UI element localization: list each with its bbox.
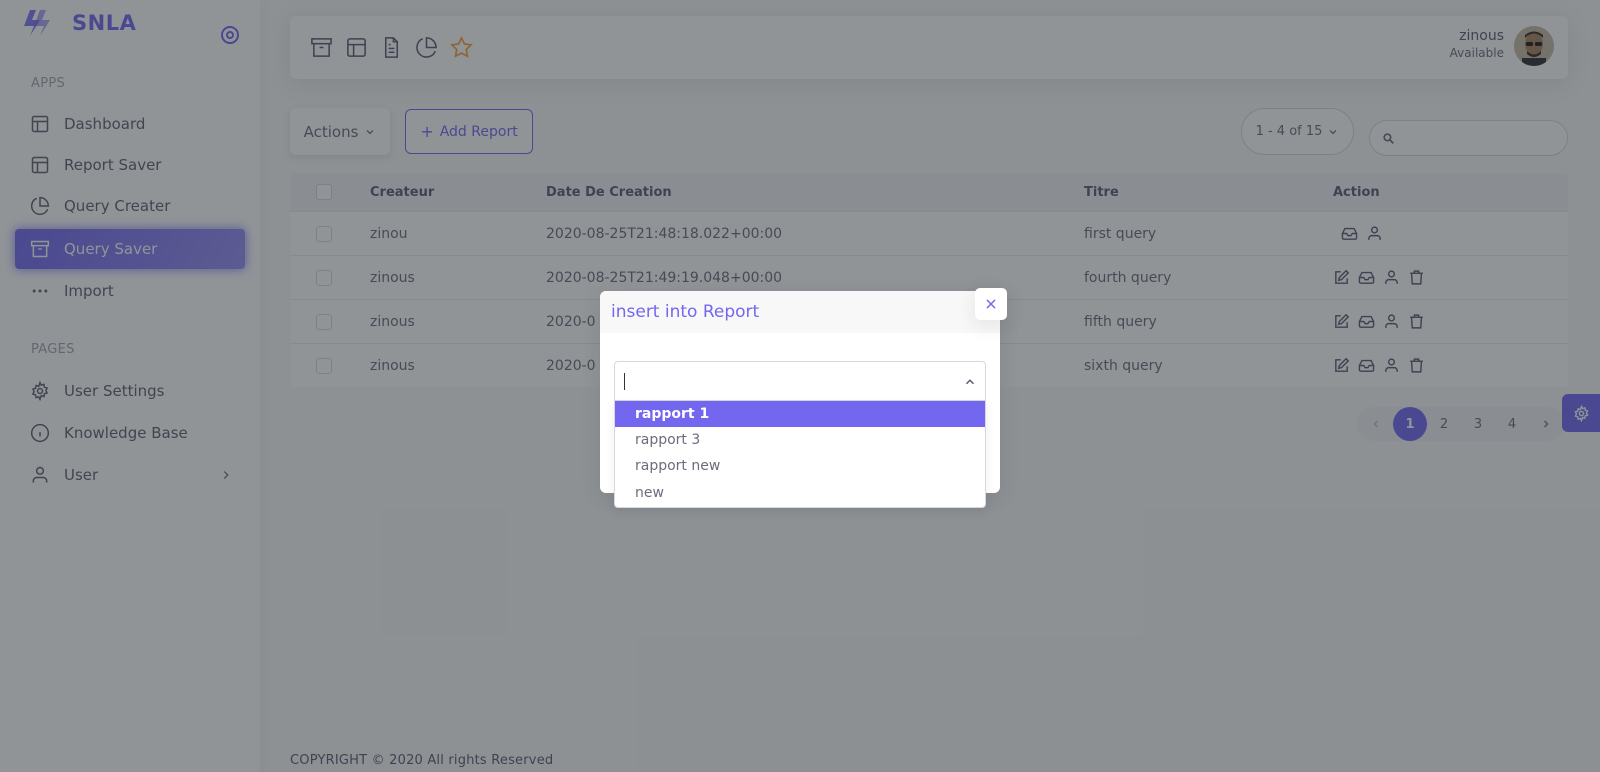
select-option[interactable]: new [615, 479, 985, 507]
chevron-up-icon [965, 379, 975, 385]
report-select-input[interactable] [614, 361, 986, 401]
modal-title: insert into Report [611, 302, 760, 322]
select-option[interactable]: rapport new [615, 453, 985, 479]
modal-close-button[interactable] [975, 288, 1007, 320]
select-option[interactable]: rapport 1 [615, 401, 985, 427]
text-caret [624, 373, 625, 390]
select-option[interactable]: rapport 3 [615, 427, 985, 453]
report-select-menu: rapport 1 rapport 3 rapport new new [614, 401, 986, 508]
close-icon [986, 299, 996, 309]
modal-header: insert into Report [600, 291, 1000, 333]
